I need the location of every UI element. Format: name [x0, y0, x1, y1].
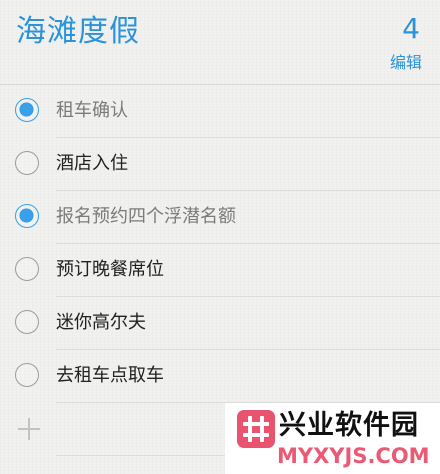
reminder-row[interactable]: 报名预约四个浮潜名额 — [0, 191, 440, 244]
item-count: 4 — [402, 12, 420, 45]
reminder-label: 去租车点取车 — [56, 365, 164, 386]
reminder-label: 预订晚餐席位 — [56, 259, 164, 280]
reminder-row[interactable]: 预订晚餐席位 — [0, 244, 440, 297]
checkbox-icon[interactable] — [15, 98, 39, 122]
checkbox-icon[interactable] — [15, 363, 39, 387]
reminder-row[interactable]: 去租车点取车 — [0, 350, 440, 403]
reminder-label: 迷你高尔夫 — [56, 312, 146, 333]
reminder-row[interactable]: 租车确认 — [0, 85, 440, 138]
checkbox-icon[interactable] — [15, 151, 39, 175]
hash-logo-icon — [237, 410, 275, 448]
list-header: 海滩度假 4 编辑 — [0, 0, 440, 85]
watermark: 兴业软件园 MYXYJS.COM — [225, 403, 440, 474]
reminder-row[interactable]: 迷你高尔夫 — [0, 297, 440, 350]
watermark-name: 兴业软件园 — [279, 410, 419, 441]
reminder-label: 报名预约四个浮潜名额 — [56, 206, 236, 227]
checkbox-icon[interactable] — [15, 310, 39, 334]
checkbox-icon[interactable] — [15, 204, 39, 228]
reminder-row[interactable]: 酒店入住 — [0, 138, 440, 191]
list-title: 海滩度假 — [16, 14, 140, 49]
watermark-domain: MYXYJS.COM — [277, 444, 430, 468]
reminder-label: 酒店入住 — [56, 153, 128, 174]
checkbox-icon[interactable] — [15, 257, 39, 281]
plus-icon[interactable] — [16, 416, 42, 442]
edit-button[interactable]: 编辑 — [390, 52, 422, 74]
reminder-label: 租车确认 — [56, 100, 128, 121]
reminder-list: 租车确认 酒店入住 报名预约四个浮潜名额 预订晚餐席位 迷你高尔夫 去租车点取车 — [0, 85, 440, 456]
